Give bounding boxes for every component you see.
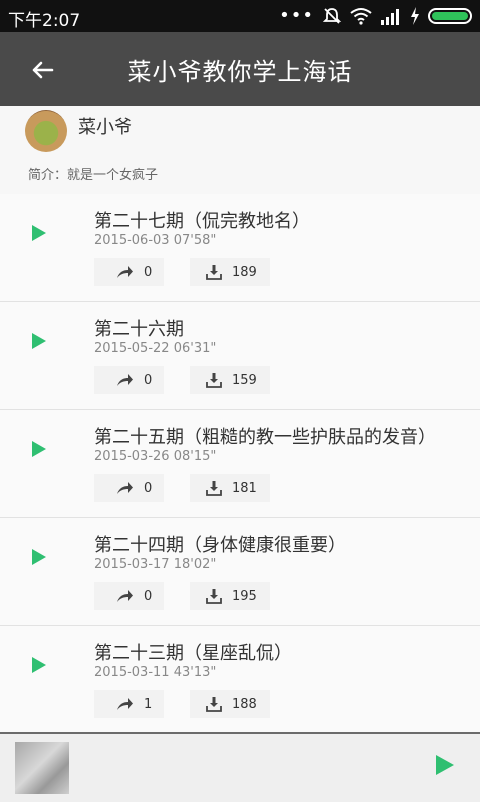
mute-icon [322, 8, 342, 24]
battery-icon [428, 8, 472, 24]
download-icon [206, 697, 222, 712]
profile-header: 菜小爷 简介：就是一个女疯子 [0, 106, 480, 195]
profile-name: 菜小爷 [78, 117, 132, 138]
episode-date: 2015-05-22 [94, 341, 170, 356]
share-icon [117, 374, 133, 386]
download-button[interactable]: 188 [190, 690, 270, 718]
episode-item[interactable]: 第二十三期（星座乱侃） 2015-03-11 43'13" 1 188 [0, 626, 480, 734]
share-icon [117, 698, 133, 710]
share-count: 0 [144, 588, 153, 604]
share-icon [117, 266, 133, 278]
status-icons: ••• [279, 6, 472, 26]
download-button[interactable]: 159 [190, 366, 270, 394]
episode-duration: 08'15" [173, 449, 217, 464]
episode-duration: 06'31" [173, 341, 217, 356]
download-button[interactable]: 195 [190, 582, 270, 610]
play-icon[interactable] [30, 656, 48, 674]
play-icon[interactable] [30, 224, 48, 242]
episode-duration: 07'58" [173, 233, 217, 248]
album-art[interactable] [15, 742, 69, 794]
play-icon[interactable] [434, 754, 456, 776]
share-button[interactable]: 0 [94, 474, 164, 502]
episode-title: 第二十三期（星座乱侃） [94, 643, 292, 664]
episode-date: 2015-03-26 [94, 449, 170, 464]
download-count: 159 [232, 372, 257, 388]
play-icon[interactable] [30, 548, 48, 566]
episode-duration: 18'02" [173, 557, 217, 572]
episode-meta: 2015-05-22 06'31" [94, 341, 216, 356]
share-count: 0 [144, 264, 153, 280]
episode-meta: 2015-03-11 43'13" [94, 665, 216, 680]
share-icon [117, 482, 133, 494]
play-icon[interactable] [30, 332, 48, 350]
download-count: 188 [232, 696, 257, 712]
episode-list: 第二十七期（侃完教地名） 2015-06-03 07'58" 0 189 第二十… [0, 194, 480, 734]
share-button[interactable]: 0 [94, 582, 164, 610]
download-icon [206, 481, 222, 496]
episode-meta: 2015-03-26 08'15" [94, 449, 216, 464]
download-button[interactable]: 181 [190, 474, 270, 502]
mini-player [0, 732, 480, 802]
episode-item[interactable]: 第二十四期（身体健康很重要） 2015-03-17 18'02" 0 195 [0, 518, 480, 626]
episode-meta: 2015-03-17 18'02" [94, 557, 216, 572]
page-title: 菜小爷教你学上海话 [127, 58, 353, 86]
download-icon [206, 589, 222, 604]
share-count: 0 [144, 372, 153, 388]
episode-title: 第二十五期（粗糙的教一些护肤品的发音） [94, 427, 436, 448]
episode-duration: 43'13" [173, 665, 217, 680]
download-count: 181 [232, 480, 257, 496]
episode-item[interactable]: 第二十六期 2015-05-22 06'31" 0 159 [0, 302, 480, 410]
episode-date: 2015-06-03 [94, 233, 170, 248]
download-count: 195 [232, 588, 257, 604]
episode-date: 2015-03-11 [94, 665, 170, 680]
episode-title: 第二十六期 [94, 319, 184, 340]
download-icon [206, 265, 222, 280]
download-button[interactable]: 189 [190, 258, 270, 286]
episode-title: 第二十七期（侃完教地名） [94, 211, 310, 232]
share-icon [117, 590, 133, 602]
share-button[interactable]: 1 [94, 690, 164, 718]
share-button[interactable]: 0 [94, 366, 164, 394]
episode-title: 第二十四期（身体健康很重要） [94, 535, 346, 556]
status-bar: 下午2:07 ••• [0, 0, 480, 32]
episode-item[interactable]: 第二十七期（侃完教地名） 2015-06-03 07'58" 0 189 [0, 194, 480, 302]
profile-intro: 简介：就是一个女疯子 [28, 168, 159, 183]
episode-item[interactable]: 第二十五期（粗糙的教一些护肤品的发音） 2015-03-26 08'15" 0 … [0, 410, 480, 518]
download-icon [206, 373, 222, 388]
episode-date: 2015-03-17 [94, 557, 170, 572]
share-count: 0 [144, 480, 153, 496]
episode-meta: 2015-06-03 07'58" [94, 233, 216, 248]
more-notifications-icon: ••• [279, 5, 314, 26]
app-bar: 菜小爷教你学上海话 [0, 32, 480, 106]
play-icon[interactable] [30, 440, 48, 458]
share-button[interactable]: 0 [94, 258, 164, 286]
charging-icon [411, 7, 419, 25]
avatar[interactable] [25, 110, 67, 152]
share-count: 1 [144, 696, 153, 712]
status-time: 下午2:07 [8, 11, 81, 31]
download-count: 189 [232, 264, 257, 280]
signal-icon [381, 9, 399, 25]
wifi-icon [350, 8, 372, 25]
